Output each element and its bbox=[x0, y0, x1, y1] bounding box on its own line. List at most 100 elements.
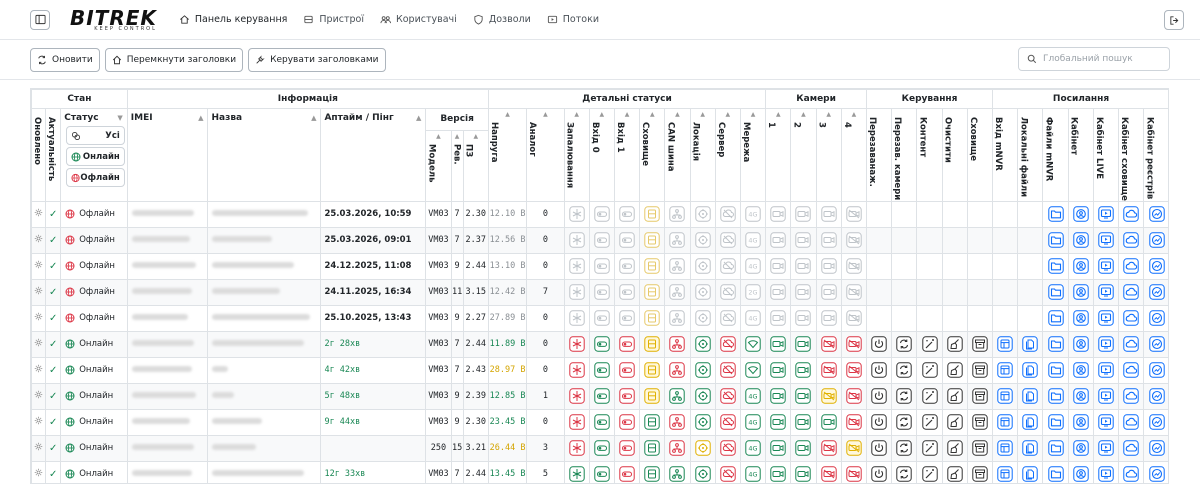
cabinet-storage-icon[interactable] bbox=[1118, 252, 1145, 280]
filter-offline-button[interactable]: Офлайн bbox=[66, 168, 125, 187]
server-icon[interactable] bbox=[714, 408, 741, 436]
storage-icon[interactable] bbox=[639, 226, 666, 254]
sidebar-toggle-button[interactable] bbox=[30, 9, 50, 30]
storage-icon[interactable] bbox=[639, 460, 666, 483]
input-1-icon[interactable] bbox=[613, 434, 641, 462]
server-icon[interactable] bbox=[714, 356, 741, 384]
storage-control-icon[interactable] bbox=[966, 408, 994, 436]
col-name[interactable]: Назва ▲ bbox=[207, 108, 322, 202]
camera-2-icon[interactable] bbox=[790, 278, 817, 306]
mnvr-files-icon[interactable] bbox=[1042, 434, 1069, 462]
camera-1-icon[interactable] bbox=[765, 278, 792, 306]
global-search[interactable] bbox=[1018, 47, 1170, 71]
network-icon[interactable]: 4G bbox=[739, 434, 767, 462]
camera-1-icon[interactable] bbox=[765, 382, 792, 410]
table-row[interactable]: ✓ Офлайн 24.12.2025, 11:08 VM03 9 2.44 13.10 В… bbox=[31, 252, 1168, 280]
camera-4-icon[interactable] bbox=[840, 304, 868, 332]
imei-cell[interactable] bbox=[126, 460, 209, 483]
gear-icon[interactable] bbox=[31, 252, 47, 280]
col-imei[interactable]: IMEI ▲ bbox=[126, 108, 209, 202]
ignition-icon[interactable] bbox=[563, 408, 590, 436]
mnvr-files-icon[interactable] bbox=[1042, 382, 1069, 410]
reboot-camera-icon[interactable] bbox=[891, 460, 918, 483]
col-mnvr-files[interactable]: Файли mNVR bbox=[1042, 108, 1069, 202]
clean-icon[interactable] bbox=[941, 382, 968, 410]
cabinet-icon[interactable] bbox=[1067, 434, 1094, 462]
cabinet-storage-icon[interactable] bbox=[1118, 382, 1145, 410]
cabinet-icon[interactable] bbox=[1067, 356, 1094, 384]
location-icon[interactable] bbox=[689, 356, 716, 384]
col-status[interactable]: Статус ▼ Усі Онлайн Офлайн bbox=[60, 108, 128, 202]
camera-4-icon[interactable] bbox=[840, 460, 868, 483]
cabinet-live-icon[interactable] bbox=[1092, 330, 1120, 358]
clean-icon[interactable] bbox=[941, 330, 968, 358]
storage-icon[interactable] bbox=[639, 382, 666, 410]
camera-2-icon[interactable] bbox=[790, 252, 817, 280]
location-icon[interactable] bbox=[689, 434, 716, 462]
ignition-icon[interactable] bbox=[563, 226, 590, 254]
col-cam2[interactable]: ▲ 2 bbox=[790, 108, 817, 202]
mnvr-input-icon[interactable] bbox=[992, 356, 1019, 384]
nav-item-device[interactable]: Пристрої bbox=[303, 14, 364, 25]
camera-1-icon[interactable] bbox=[765, 304, 792, 332]
table-row[interactable]: ✓ Онлайн 4г 42хв VM03 7 2.43 28.97 В0 bbox=[31, 356, 1168, 384]
toggle-headers-button[interactable]: Перемкнути заголовки bbox=[104, 47, 244, 72]
server-icon[interactable] bbox=[714, 278, 741, 306]
reboot-camera-icon[interactable] bbox=[891, 330, 918, 358]
cabinet-storage-icon[interactable] bbox=[1118, 278, 1145, 306]
server-icon[interactable] bbox=[714, 330, 741, 358]
input-0-icon[interactable] bbox=[588, 278, 615, 306]
camera-2-icon[interactable] bbox=[790, 200, 817, 228]
name-cell[interactable] bbox=[207, 330, 322, 358]
network-icon[interactable]: 2G bbox=[739, 278, 767, 306]
can-bus-icon[interactable] bbox=[664, 252, 691, 280]
input-0-icon[interactable] bbox=[588, 226, 615, 254]
location-icon[interactable] bbox=[689, 200, 716, 228]
reboot-camera-icon[interactable] bbox=[891, 408, 918, 436]
name-cell[interactable] bbox=[207, 200, 322, 228]
cabinet-storage-icon[interactable] bbox=[1118, 330, 1145, 358]
camera-4-icon[interactable] bbox=[840, 226, 868, 254]
mnvr-files-icon[interactable] bbox=[1042, 278, 1069, 306]
ignition-icon[interactable] bbox=[563, 278, 590, 306]
camera-2-icon[interactable] bbox=[790, 226, 817, 254]
network-icon[interactable]: 4G bbox=[739, 304, 767, 332]
server-icon[interactable] bbox=[714, 434, 741, 462]
cabinet-live-icon[interactable] bbox=[1092, 408, 1120, 436]
input-0-icon[interactable] bbox=[588, 382, 615, 410]
ignition-icon[interactable] bbox=[563, 304, 590, 332]
imei-cell[interactable] bbox=[126, 252, 209, 280]
imei-cell[interactable] bbox=[126, 330, 209, 358]
col-rev[interactable]: ▲ Рев. bbox=[450, 129, 464, 202]
mnvr-input-icon[interactable] bbox=[992, 460, 1019, 483]
input-1-icon[interactable] bbox=[613, 278, 641, 306]
camera-1-icon[interactable] bbox=[765, 252, 792, 280]
camera-3-icon[interactable] bbox=[815, 408, 842, 436]
input-0-icon[interactable] bbox=[588, 330, 615, 358]
gear-icon[interactable] bbox=[31, 434, 47, 462]
cabinet-storage-icon[interactable] bbox=[1118, 304, 1145, 332]
ignition-icon[interactable] bbox=[563, 252, 590, 280]
location-icon[interactable] bbox=[689, 304, 716, 332]
input-1-icon[interactable] bbox=[613, 356, 641, 384]
camera-1-icon[interactable] bbox=[765, 330, 792, 358]
nav-item-stream[interactable]: Потоки bbox=[547, 14, 599, 25]
camera-1-icon[interactable] bbox=[765, 226, 792, 254]
logout-button[interactable] bbox=[1164, 10, 1184, 30]
can-bus-icon[interactable] bbox=[664, 460, 691, 483]
reboot-icon[interactable] bbox=[866, 460, 893, 483]
location-icon[interactable] bbox=[689, 460, 716, 483]
name-cell[interactable] bbox=[207, 382, 322, 410]
local-files-icon[interactable] bbox=[1017, 434, 1044, 462]
storage-control-icon[interactable] bbox=[966, 330, 994, 358]
storage-control-icon[interactable] bbox=[966, 382, 994, 410]
local-files-icon[interactable] bbox=[1017, 460, 1044, 483]
imei-cell[interactable] bbox=[126, 434, 209, 462]
imei-cell[interactable] bbox=[126, 356, 209, 384]
mnvr-files-icon[interactable] bbox=[1042, 304, 1069, 332]
camera-3-icon[interactable] bbox=[815, 434, 842, 462]
can-bus-icon[interactable] bbox=[664, 356, 691, 384]
camera-3-icon[interactable] bbox=[815, 226, 842, 254]
imei-cell[interactable] bbox=[126, 382, 209, 410]
name-cell[interactable] bbox=[207, 408, 322, 436]
